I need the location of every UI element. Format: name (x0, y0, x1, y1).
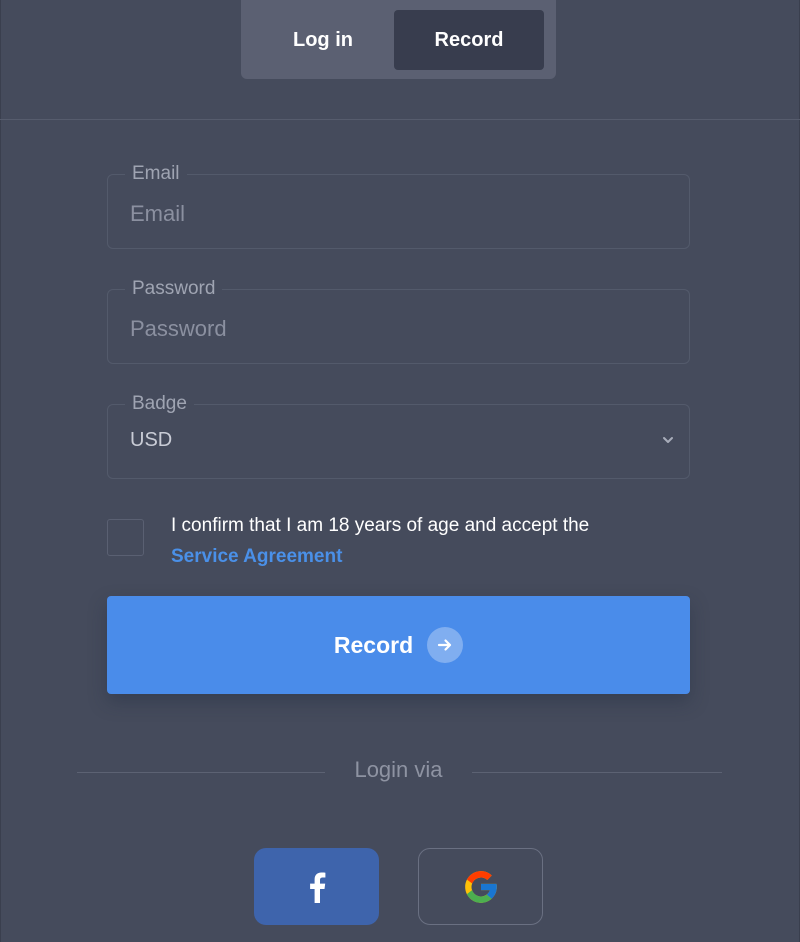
login-via-divider-left (77, 772, 325, 773)
arrow-right-icon (427, 627, 464, 663)
badge-field-label: Badge (125, 391, 194, 417)
email-field-label: Email (125, 161, 187, 187)
tab-record[interactable]: Record (394, 10, 544, 70)
login-via-text: Login via (354, 757, 443, 782)
badge-select[interactable]: Badge USD (107, 391, 690, 479)
agreement-statement: I confirm that I am 18 years of age and … (171, 515, 590, 536)
google-login-button[interactable] (418, 848, 543, 925)
chevron-down-icon (663, 437, 673, 443)
header-divider (0, 119, 800, 120)
login-via-divider-right (472, 772, 722, 773)
age-confirm-checkbox[interactable] (107, 519, 144, 556)
google-icon (464, 870, 497, 903)
auth-tabs: Log in Record (241, 0, 556, 79)
record-submit-button[interactable]: Record (107, 596, 690, 694)
frame-left-border (0, 0, 1, 942)
agreement-text: I confirm that I am 18 years of age and … (171, 510, 711, 572)
badge-selected-value: USD (130, 429, 173, 451)
email-field: Email (107, 161, 690, 249)
record-submit-label: Record (333, 631, 414, 658)
facebook-login-button[interactable] (254, 848, 379, 925)
password-input[interactable] (130, 312, 660, 346)
password-field: Password (107, 276, 690, 364)
email-input[interactable] (130, 197, 660, 231)
service-agreement-link[interactable]: Service Agreement (171, 546, 342, 567)
tab-log-in[interactable]: Log in (251, 10, 395, 70)
facebook-icon (309, 872, 325, 903)
password-field-label: Password (125, 276, 223, 302)
